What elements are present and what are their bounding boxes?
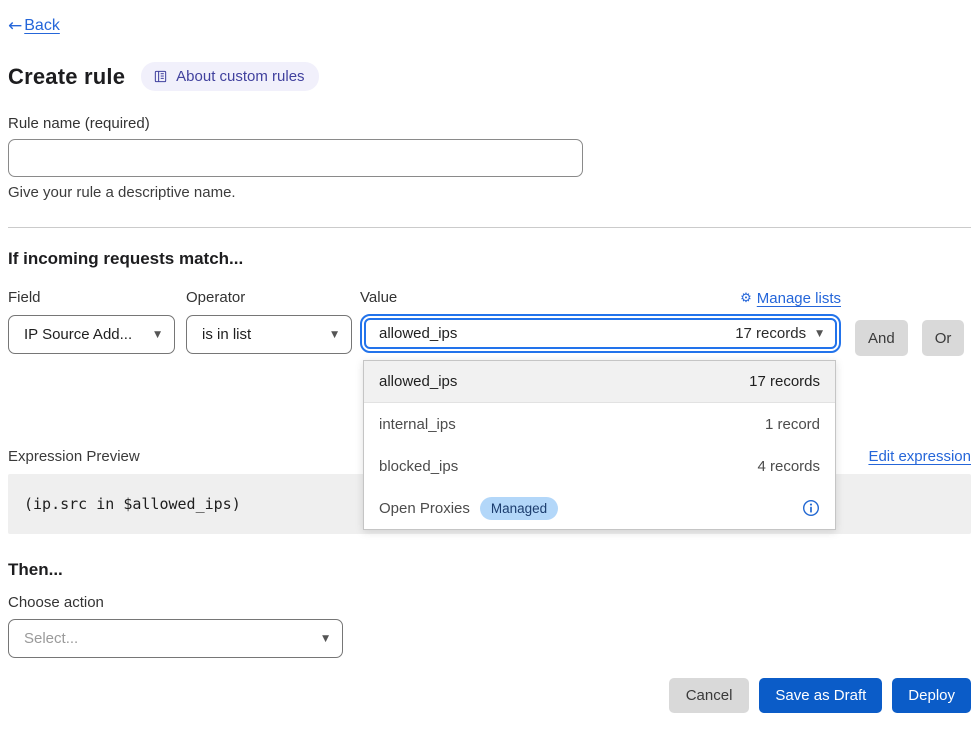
list-dropdown: allowed_ips 17 records internal_ips 1 re… [363, 360, 836, 530]
field-selected-value: IP Source Add... [24, 326, 144, 343]
chevron-down-icon: ▼ [331, 330, 338, 340]
value-label-row: Value ⚙ Manage lists [360, 289, 841, 307]
list-option-internal-ips[interactable]: internal_ips 1 record [364, 403, 835, 445]
rule-name-input[interactable] [8, 139, 583, 177]
expression-preview-label: Expression Preview [8, 448, 140, 465]
title-row: Create rule About custom rules [8, 62, 971, 91]
action-placeholder: Select... [24, 630, 312, 647]
deploy-button[interactable]: Deploy [892, 678, 971, 713]
chevron-down-icon: ▼ [322, 634, 329, 644]
expression-code: (ip.src in $allowed_ips) [24, 495, 241, 513]
then-heading: Then... [8, 560, 971, 580]
edit-expression-link[interactable]: Edit expression [868, 448, 971, 465]
rule-name-label: Rule name (required) [8, 115, 971, 132]
page-title: Create rule [8, 64, 125, 90]
about-custom-rules-label: About custom rules [176, 68, 304, 85]
footer-actions: Cancel Save as Draft Deploy [8, 678, 971, 713]
field-select[interactable]: IP Source Add... ▼ [8, 315, 175, 354]
operator-select[interactable]: is in list ▼ [186, 315, 352, 354]
value-selected-list: allowed_ips [379, 325, 735, 342]
save-as-draft-button[interactable]: Save as Draft [759, 678, 882, 713]
manage-lists-link[interactable]: ⚙ Manage lists [740, 290, 841, 307]
cancel-button[interactable]: Cancel [669, 678, 750, 713]
list-option-name: Open Proxies [379, 500, 470, 517]
action-select[interactable]: Select... ▼ [8, 619, 343, 658]
list-option-open-proxies[interactable]: Open Proxies Managed [364, 487, 835, 529]
create-rule-page: ←Back Create rule About custom rules Rul… [0, 0, 979, 739]
back-arrow-icon: ← [8, 16, 22, 36]
back-link[interactable]: ←Back [8, 16, 60, 36]
value-column: Value ⚙ Manage lists allowed_ips 17 recor… [360, 289, 841, 353]
list-option-name: internal_ips [379, 416, 456, 433]
choose-action-label: Choose action [8, 594, 971, 611]
field-column: Field IP Source Add... ▼ [8, 289, 175, 354]
list-option-allowed-ips[interactable]: allowed_ips 17 records [364, 361, 835, 403]
and-button[interactable]: And [855, 320, 908, 356]
operator-selected-value: is in list [202, 326, 321, 343]
list-option-meta: 17 records [749, 373, 820, 390]
operator-label: Operator [186, 289, 352, 306]
list-option-blocked-ips[interactable]: blocked_ips 4 records [364, 445, 835, 487]
info-icon[interactable] [802, 499, 820, 517]
list-option-name: allowed_ips [379, 373, 457, 390]
andor-buttons: And Or [855, 320, 964, 356]
rule-name-helper: Give your rule a descriptive name. [8, 184, 971, 201]
operator-column: Operator is in list ▼ [186, 289, 352, 354]
back-label: Back [24, 17, 60, 35]
list-option-meta: 1 record [765, 416, 820, 433]
value-selected-meta: 17 records [735, 325, 806, 342]
chevron-down-icon: ▼ [816, 329, 823, 339]
or-button[interactable]: Or [922, 320, 965, 356]
value-combobox-focus-ring: allowed_ips 17 records ▼ [360, 314, 841, 353]
field-label: Field [8, 289, 175, 306]
about-custom-rules-link[interactable]: About custom rules [141, 62, 318, 91]
gear-icon: ⚙ [740, 291, 752, 306]
chevron-down-icon: ▼ [154, 330, 161, 340]
match-condition-row: Field IP Source Add... ▼ Operator is in … [8, 289, 971, 356]
list-option-name: blocked_ips [379, 458, 458, 475]
manage-lists-label: Manage lists [757, 290, 841, 307]
list-option-meta: 4 records [757, 458, 820, 475]
value-label: Value [360, 289, 397, 306]
managed-badge: Managed [480, 497, 558, 520]
book-icon [153, 69, 168, 84]
match-heading: If incoming requests match... [8, 249, 971, 269]
value-combobox[interactable]: allowed_ips 17 records ▼ [364, 318, 837, 349]
section-divider [8, 227, 971, 228]
